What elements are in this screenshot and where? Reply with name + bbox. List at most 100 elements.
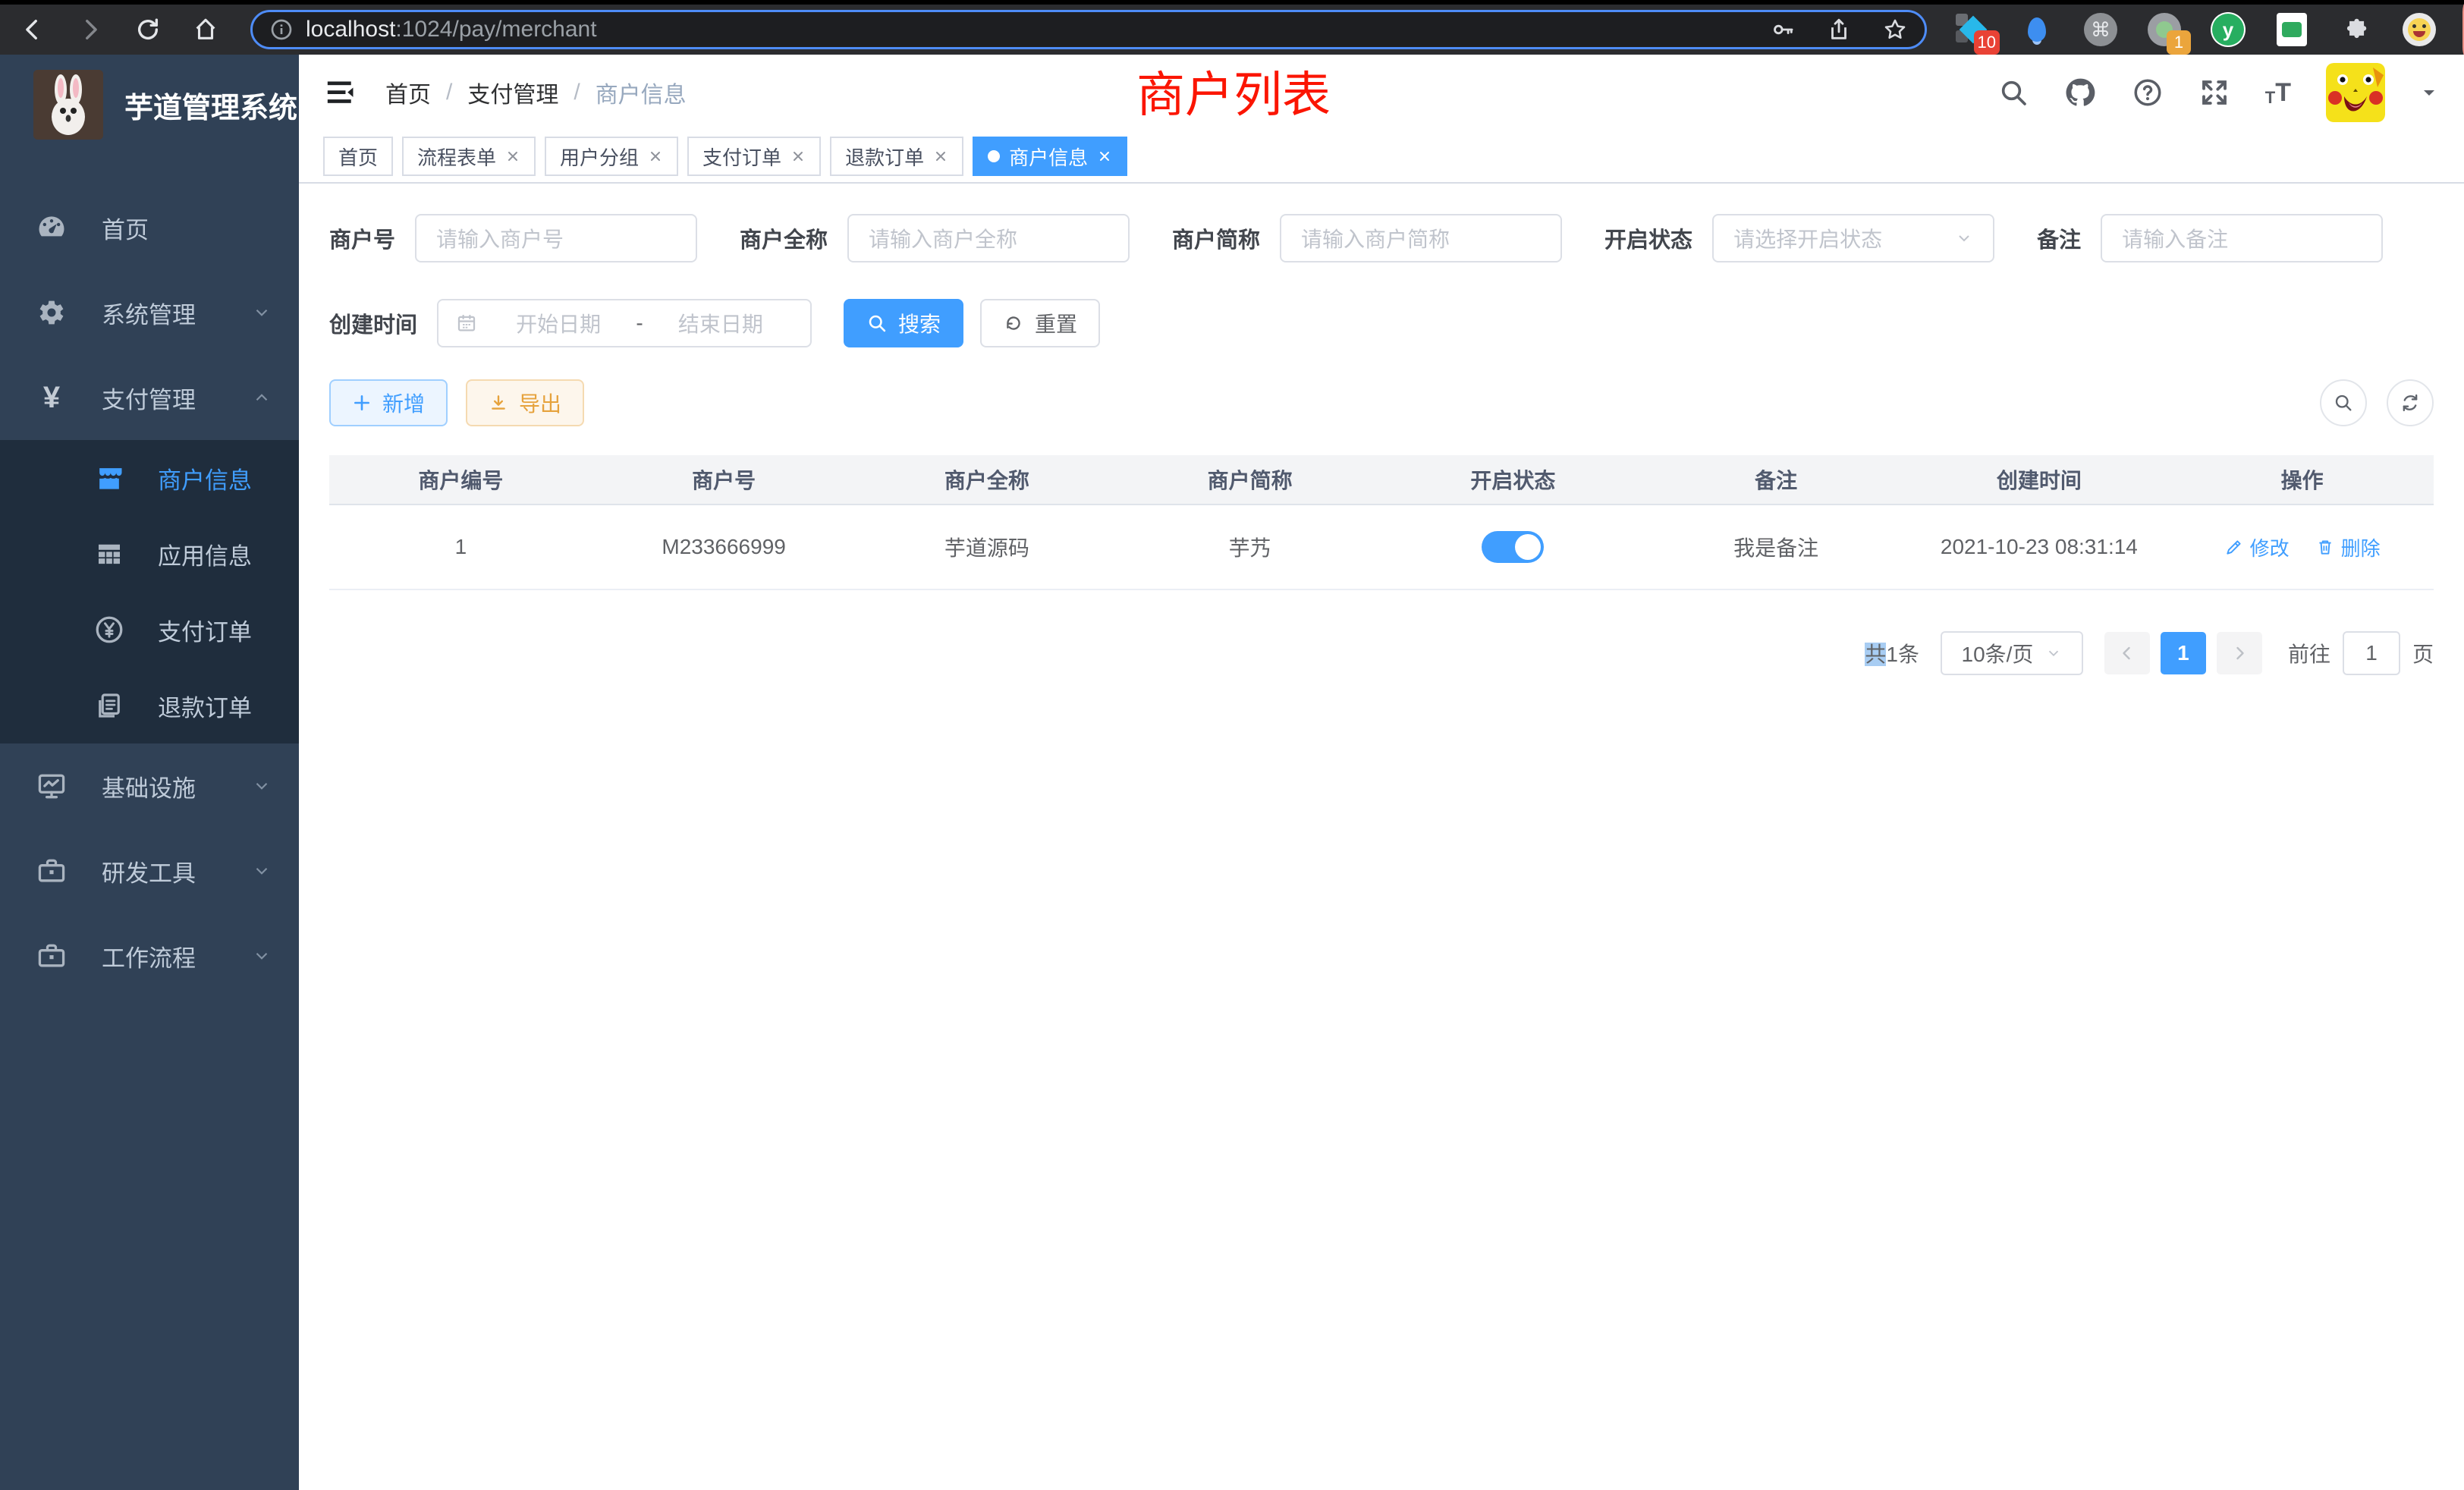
- tab-process-form[interactable]: 流程表单: [402, 137, 536, 176]
- address-bar[interactable]: localhost:1024/pay/merchant: [250, 10, 1927, 49]
- bookmark-star-icon[interactable]: [1882, 17, 1908, 42]
- red-annotation-title: 商户列表: [1136, 56, 1331, 126]
- placeholder-text: 请输入商户全称: [869, 223, 1017, 253]
- sidebar-item-label: 应用信息: [158, 537, 252, 571]
- page-number-button[interactable]: 1: [2161, 632, 2206, 674]
- sidebar-item-system[interactable]: 系统管理: [0, 270, 299, 355]
- extension-chat-icon[interactable]: [2274, 12, 2309, 47]
- extension-kite-icon[interactable]: [2019, 12, 2054, 47]
- app-logo[interactable]: 芋道管理系统: [0, 55, 299, 155]
- total-prefix: 共: [1865, 643, 1886, 666]
- status-toggle[interactable]: [1482, 531, 1544, 563]
- extension-recorder-icon[interactable]: 1: [2147, 12, 2182, 47]
- search-button[interactable]: 搜索: [844, 299, 963, 347]
- extension-y-icon[interactable]: y: [2211, 12, 2246, 47]
- reload-icon[interactable]: [135, 14, 161, 45]
- page-content: 商户号 请输入商户号 商户全称 请输入商户全称 商户简称 请输入商户简称 开启状…: [299, 184, 2464, 1490]
- end-date-placeholder: 结束日期: [648, 308, 794, 338]
- breadcrumb-pay[interactable]: 支付管理: [467, 76, 558, 109]
- tab-close-icon[interactable]: [1097, 149, 1112, 164]
- tab-close-icon[interactable]: [648, 149, 663, 164]
- sidebar-menu: 首页 系统管理 ¥ 支付管理: [0, 185, 299, 998]
- edit-link[interactable]: 修改: [2224, 533, 2290, 561]
- sidebar-item-pay[interactable]: ¥ 支付管理: [0, 355, 299, 440]
- tab-refund-order[interactable]: 退款订单: [830, 137, 963, 176]
- chevron-down-icon: [252, 303, 272, 322]
- sidebar-collapse-icon[interactable]: [325, 77, 358, 108]
- tab-pay-order[interactable]: 支付订单: [687, 137, 821, 176]
- help-icon[interactable]: [2132, 77, 2164, 108]
- pagination: 共1条 10条/页 1 前往 1 页: [329, 631, 2434, 675]
- chevron-down-icon: [1955, 229, 1973, 247]
- table-toolbar: 新增 导出: [329, 379, 2434, 426]
- total-count: 1: [1886, 643, 1898, 666]
- filter-row-2: 创建时间 开始日期 - 结束日期 搜索 重置: [329, 299, 2434, 347]
- sidebar-item-refund-order[interactable]: 退款订单: [0, 668, 299, 743]
- sidebar-item-workflow[interactable]: 工作流程: [0, 913, 299, 998]
- column-header-actions: 操作: [2170, 464, 2434, 495]
- font-size-icon[interactable]: TT: [2265, 78, 2291, 108]
- extensions-puzzle-icon[interactable]: [2338, 12, 2373, 47]
- add-button[interactable]: 新增: [329, 379, 448, 426]
- remark-label: 备注: [2037, 222, 2081, 254]
- short-name-input[interactable]: 请输入商户简称: [1280, 214, 1562, 262]
- page-size-select[interactable]: 10条/页: [1941, 631, 2083, 675]
- extension-command-icon[interactable]: ⌘: [2083, 12, 2118, 47]
- delete-link[interactable]: 删除: [2315, 533, 2381, 561]
- chevron-down-icon: [252, 861, 272, 881]
- sidebar-item-app-info[interactable]: 应用信息: [0, 516, 299, 592]
- back-icon[interactable]: [20, 14, 46, 45]
- breadcrumb-current: 商户信息: [596, 76, 687, 109]
- breadcrumb-home[interactable]: 首页: [385, 76, 431, 109]
- password-key-icon[interactable]: [1770, 17, 1796, 42]
- home-icon[interactable]: [193, 14, 218, 45]
- pay-submenu: 商户信息 应用信息 支付订单: [0, 440, 299, 743]
- sidebar-item-dev-tools[interactable]: 研发工具: [0, 828, 299, 913]
- tab-label: 用户分组: [560, 143, 639, 171]
- refresh-table-button[interactable]: [2387, 379, 2434, 426]
- sidebar: 芋道管理系统 首页 系统管理 ¥ 支付管理: [0, 55, 299, 1490]
- tab-label: 首页: [338, 143, 378, 171]
- forward-icon[interactable]: [77, 14, 103, 45]
- fullscreen-icon[interactable]: [2198, 77, 2230, 108]
- browser-profile-avatar[interactable]: [2402, 12, 2437, 47]
- create-time-range-input[interactable]: 开始日期 - 结束日期: [437, 299, 812, 347]
- site-info-icon[interactable]: [269, 17, 294, 42]
- search-icon[interactable]: [1998, 77, 2029, 108]
- grid-icon: [90, 538, 129, 570]
- column-header-status: 开启状态: [1381, 464, 1645, 495]
- goto-page-input[interactable]: 1: [2343, 631, 2400, 675]
- share-icon[interactable]: [1826, 17, 1852, 42]
- sidebar-item-label: 支付管理: [102, 381, 196, 415]
- tab-close-icon[interactable]: [505, 149, 520, 164]
- sidebar-item-label: 工作流程: [102, 939, 196, 973]
- reset-button[interactable]: 重置: [980, 299, 1100, 347]
- extension-badge-1: 1: [2167, 30, 2191, 55]
- tab-close-icon[interactable]: [790, 149, 806, 164]
- next-page-button[interactable]: [2217, 632, 2262, 674]
- yen-icon: ¥: [32, 382, 71, 413]
- github-icon[interactable]: [2063, 76, 2097, 109]
- sidebar-item-home[interactable]: 首页: [0, 185, 299, 270]
- sidebar-item-pay-order[interactable]: 支付订单: [0, 592, 299, 668]
- merchant-no-input[interactable]: 请输入商户号: [415, 214, 697, 262]
- delete-label: 删除: [2341, 533, 2381, 561]
- yen-circle-icon: [90, 613, 129, 646]
- filter-row-1: 商户号 请输入商户号 商户全称 请输入商户全称 商户简称 请输入商户简称 开启状…: [329, 214, 2434, 262]
- avatar-dropdown-caret-icon[interactable]: [2420, 83, 2438, 102]
- full-name-input[interactable]: 请输入商户全称: [847, 214, 1130, 262]
- tab-user-group[interactable]: 用户分组: [545, 137, 678, 176]
- tab-home[interactable]: 首页: [323, 137, 393, 176]
- user-avatar[interactable]: [2326, 63, 2385, 122]
- sidebar-item-infrastructure[interactable]: 基础设施: [0, 743, 299, 828]
- prev-page-button[interactable]: [2104, 632, 2150, 674]
- status-select[interactable]: 请选择开启状态: [1712, 214, 1994, 262]
- show-search-toggle-button[interactable]: [2320, 379, 2367, 426]
- extension-tampermonkey-icon[interactable]: 10: [1956, 12, 1991, 47]
- export-button[interactable]: 导出: [466, 379, 584, 426]
- column-header-create-time: 创建时间: [1908, 464, 2171, 495]
- tab-close-icon[interactable]: [933, 149, 948, 164]
- sidebar-item-merchant-info[interactable]: 商户信息: [0, 440, 299, 516]
- remark-input[interactable]: 请输入备注: [2101, 214, 2383, 262]
- tab-merchant-info[interactable]: 商户信息: [973, 137, 1127, 176]
